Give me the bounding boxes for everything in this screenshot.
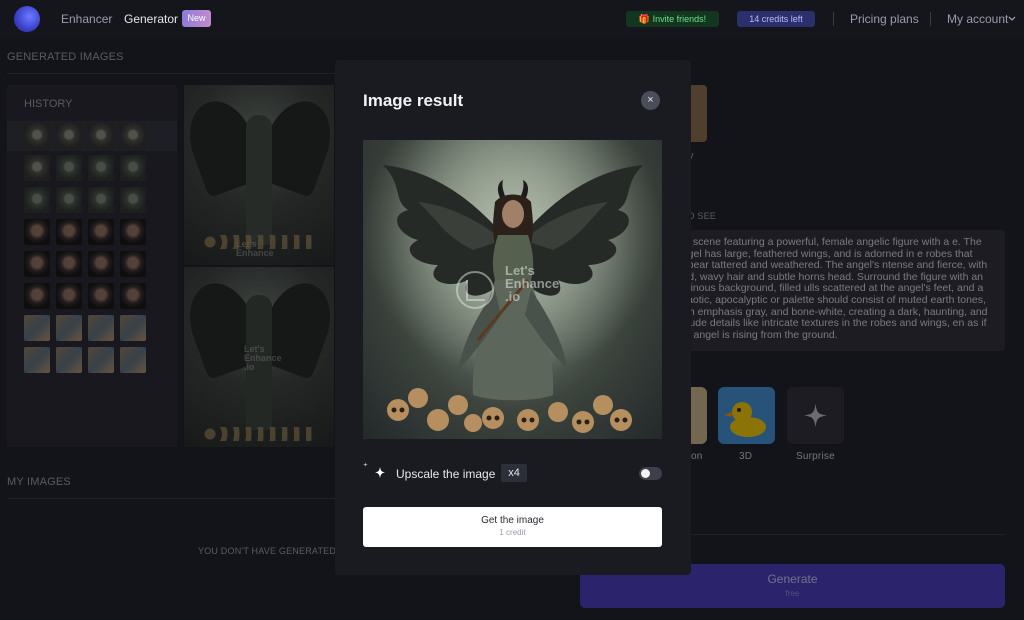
upscale-row: Upscale the image x4 <box>363 462 662 484</box>
upscale-label: Upscale the image <box>396 467 496 481</box>
invite-friends-button[interactable]: 🎁 Invite friends! <box>626 11 719 27</box>
nav-pricing-plans[interactable]: Pricing plans <box>850 12 919 26</box>
close-button[interactable]: × <box>641 91 660 110</box>
upscale-factor-badge: x4 <box>501 464 527 482</box>
result-image: Let's Enhance .io <box>363 140 662 439</box>
sparkle-icon <box>363 462 385 478</box>
new-badge: New <box>182 10 211 27</box>
upscale-toggle[interactable] <box>639 467 662 480</box>
credits-badge: 14 credits left <box>737 11 815 27</box>
divider <box>930 12 931 26</box>
nav-generator[interactable]: Generator <box>124 12 178 26</box>
modal-title: Image result <box>363 91 464 110</box>
get-image-cost: 1 credit <box>499 528 526 537</box>
logo[interactable] <box>14 6 40 32</box>
nav-enhancer[interactable]: Enhancer <box>61 12 112 26</box>
nav-my-account[interactable]: My account <box>947 12 1008 26</box>
top-bar: Enhancer Generator New 🎁 Invite friends!… <box>0 0 1024 38</box>
watermark: Let's Enhance .io <box>505 264 559 303</box>
divider <box>833 12 834 26</box>
chevron-down-icon[interactable] <box>1008 16 1016 21</box>
watermark-text: .io <box>505 289 521 304</box>
get-image-button[interactable]: Get the image 1 credit <box>363 507 662 547</box>
toggle-knob <box>641 469 650 478</box>
image-result-modal: Image result × Let's Enhance .io Upscale… <box>335 60 691 575</box>
get-image-label: Get the image <box>481 515 544 526</box>
